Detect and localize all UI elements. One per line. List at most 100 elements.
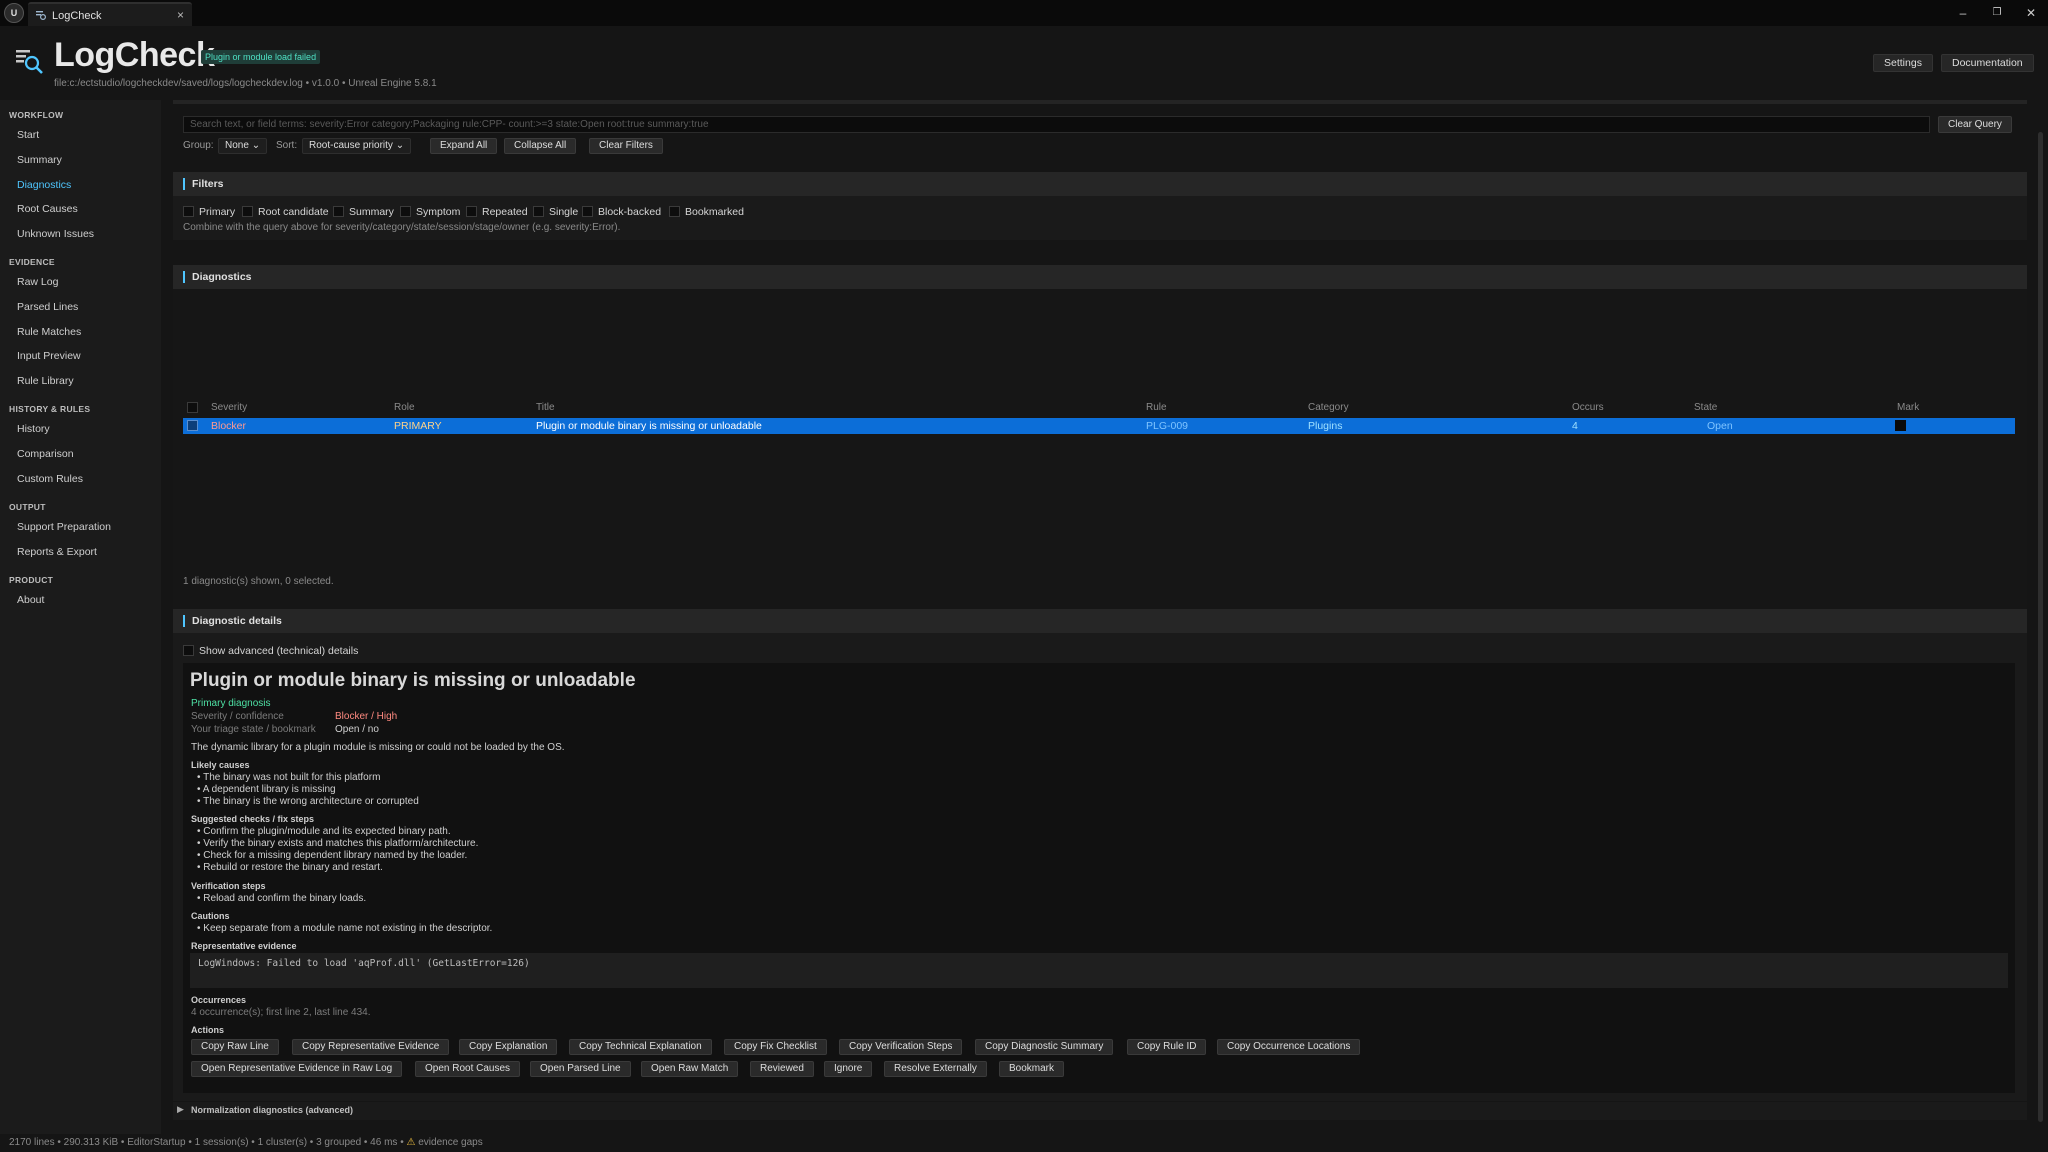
triage-key: Your triage state / bookmark xyxy=(191,724,316,735)
severity-key: Severity / confidence xyxy=(191,711,284,722)
open-root-causes-button[interactable]: Open Root Causes xyxy=(415,1061,521,1077)
column-header-role[interactable]: Role xyxy=(394,402,415,413)
row-rule: PLG-009 xyxy=(1146,420,1189,432)
expand-triangle-icon: ▶ xyxy=(177,1104,184,1114)
column-header-state[interactable]: State xyxy=(1694,402,1717,413)
sidebar-item-comparison[interactable]: Comparison xyxy=(17,448,74,460)
row-role: PRIMARY xyxy=(394,420,442,432)
search-input[interactable]: Search text, or field terms: severity:Er… xyxy=(183,116,1930,133)
filter-block-backed-checkbox[interactable] xyxy=(582,206,593,217)
sidebar-item-summary[interactable]: Summary xyxy=(17,154,62,166)
filter-repeated-label: Repeated xyxy=(482,206,528,218)
filter-single-checkbox[interactable] xyxy=(533,206,544,217)
reviewed-button[interactable]: Reviewed xyxy=(750,1061,814,1077)
row-mark-checkbox[interactable] xyxy=(1895,420,1906,431)
copy-technical-explanation-button[interactable]: Copy Technical Explanation xyxy=(569,1039,712,1055)
open-parsed-line-button[interactable]: Open Parsed Line xyxy=(530,1061,631,1077)
accent-bar xyxy=(183,271,185,283)
filter-bookmarked-checkbox[interactable] xyxy=(669,206,680,217)
sidebar-item-about[interactable]: About xyxy=(17,594,44,606)
sidebar-item-unknown-issues[interactable]: Unknown Issues xyxy=(17,228,94,240)
unreal-logo-icon[interactable]: U xyxy=(4,3,24,23)
group-dropdown[interactable]: None ⌄ xyxy=(218,138,268,154)
clear-query-button[interactable]: Clear Query xyxy=(1938,116,2012,133)
likely-causes-heading: Likely causes xyxy=(191,760,250,770)
filters-header[interactable]: Filters xyxy=(173,172,2027,196)
filter-root-candidate-checkbox[interactable] xyxy=(242,206,253,217)
sidebar-item-rule-matches[interactable]: Rule Matches xyxy=(17,326,81,338)
close-window-button[interactable]: ✕ xyxy=(2016,3,2046,23)
filter-primary-checkbox[interactable] xyxy=(183,206,194,217)
sidebar-item-custom-rules[interactable]: Custom Rules xyxy=(17,473,83,485)
normalization-label: Normalization diagnostics (advanced) xyxy=(191,1105,354,1115)
status-warning[interactable]: evidence gaps xyxy=(418,1137,483,1148)
open-raw-match-button[interactable]: Open Raw Match xyxy=(641,1061,739,1077)
sidebar-item-start[interactable]: Start xyxy=(17,129,39,141)
diagnostics-header[interactable]: Diagnostics xyxy=(173,265,2027,289)
filters-hint: Combine with the query above for severit… xyxy=(183,222,621,233)
details-header[interactable]: Diagnostic details xyxy=(173,609,2027,633)
copy-diagnostic-summary-button[interactable]: Copy Diagnostic Summary xyxy=(975,1039,1114,1055)
sidebar-item-reports-export[interactable]: Reports & Export xyxy=(17,546,97,558)
resolve-externally-button[interactable]: Resolve Externally xyxy=(884,1061,987,1077)
evidence-heading: Representative evidence xyxy=(191,941,297,951)
normalization-panel[interactable]: ▶ Normalization diagnostics (advanced) xyxy=(173,1102,2027,1120)
tab-close-icon[interactable]: × xyxy=(177,8,184,22)
column-header-mark[interactable]: Mark xyxy=(1897,402,1919,413)
group-label: Group: xyxy=(183,140,214,151)
sidebar-section-output: OUTPUT xyxy=(9,502,46,512)
advanced-details-checkbox[interactable] xyxy=(183,645,194,656)
sidebar-item-parsed-lines[interactable]: Parsed Lines xyxy=(17,301,78,313)
filter-summary-checkbox[interactable] xyxy=(333,206,344,217)
filter-symptom-checkbox[interactable] xyxy=(400,206,411,217)
sidebar-item-root-causes[interactable]: Root Causes xyxy=(17,203,78,215)
document-tab[interactable]: LogCheck × xyxy=(28,2,192,26)
description: The dynamic library for a plugin module … xyxy=(191,742,565,753)
sidebar-item-input-preview[interactable]: Input Preview xyxy=(17,350,81,362)
table-row[interactable]: Blocker PRIMARY Plugin or module binary … xyxy=(183,418,2015,434)
sidebar-item-raw-log[interactable]: Raw Log xyxy=(17,276,58,288)
column-header-title[interactable]: Title xyxy=(536,402,555,413)
copy-fix-checklist-button[interactable]: Copy Fix Checklist xyxy=(724,1039,827,1055)
accent-bar xyxy=(183,178,185,190)
copy-representative-evidence-button[interactable]: Copy Representative Evidence xyxy=(292,1039,450,1055)
collapse-all-button[interactable]: Collapse All xyxy=(504,138,577,154)
settings-button[interactable]: Settings xyxy=(1873,54,1933,72)
sidebar-item-diagnostics[interactable]: Diagnostics xyxy=(17,179,71,191)
copy-verification-steps-button[interactable]: Copy Verification Steps xyxy=(839,1039,963,1055)
tab-label: LogCheck xyxy=(52,10,102,22)
row-checkbox[interactable] xyxy=(187,420,198,431)
column-header-severity[interactable]: Severity xyxy=(211,402,247,413)
restore-button[interactable]: ❐ xyxy=(1982,3,2012,23)
documentation-button[interactable]: Documentation xyxy=(1941,54,2034,72)
diagnostics-title: Diagnostics xyxy=(192,271,252,283)
clear-filters-button[interactable]: Clear Filters xyxy=(589,138,663,154)
copy-raw-line-button[interactable]: Copy Raw Line xyxy=(191,1039,279,1055)
app-title: LogCheck xyxy=(54,36,215,74)
column-header-category[interactable]: Category xyxy=(1308,402,1349,413)
list-item: • Keep separate from a module name not e… xyxy=(197,923,493,934)
filter-repeated-checkbox[interactable] xyxy=(466,206,477,217)
select-all-checkbox[interactable] xyxy=(187,402,198,413)
filter-summary-label: Summary xyxy=(349,206,394,218)
column-header-occurs[interactable]: Occurs xyxy=(1572,402,1604,413)
sidebar-item-rule-library[interactable]: Rule Library xyxy=(17,375,74,387)
app-header: LogCheck Plugin or module load failed fi… xyxy=(0,26,2048,96)
list-item: • Confirm the plugin/module and its expe… xyxy=(197,826,451,837)
minimize-button[interactable]: – xyxy=(1948,3,1978,23)
status-bar: 2170 lines • 290.313 KiB • EditorStartup… xyxy=(0,1134,2048,1152)
column-header-rule[interactable]: Rule xyxy=(1146,402,1167,413)
sidebar-item-history[interactable]: History xyxy=(17,423,50,435)
sort-dropdown[interactable]: Root-cause priority ⌄ xyxy=(302,138,412,154)
open-evidence-in-raw-log-button[interactable]: Open Representative Evidence in Raw Log xyxy=(191,1061,403,1077)
ignore-button[interactable]: Ignore xyxy=(824,1061,873,1077)
expand-all-button[interactable]: Expand All xyxy=(430,138,498,154)
evidence-box[interactable]: LogWindows: Failed to load 'aqProf.dll' … xyxy=(190,953,2008,988)
occurrences-heading: Occurrences xyxy=(191,995,247,1005)
bookmark-button[interactable]: Bookmark xyxy=(999,1061,1065,1077)
copy-explanation-button[interactable]: Copy Explanation xyxy=(459,1039,558,1055)
sidebar-item-support-preparation[interactable]: Support Preparation xyxy=(17,521,111,533)
copy-rule-id-button[interactable]: Copy Rule ID xyxy=(1127,1039,1207,1055)
vertical-scrollbar[interactable] xyxy=(2038,132,2043,1122)
copy-occurrence-locations-button[interactable]: Copy Occurrence Locations xyxy=(1217,1039,1361,1055)
